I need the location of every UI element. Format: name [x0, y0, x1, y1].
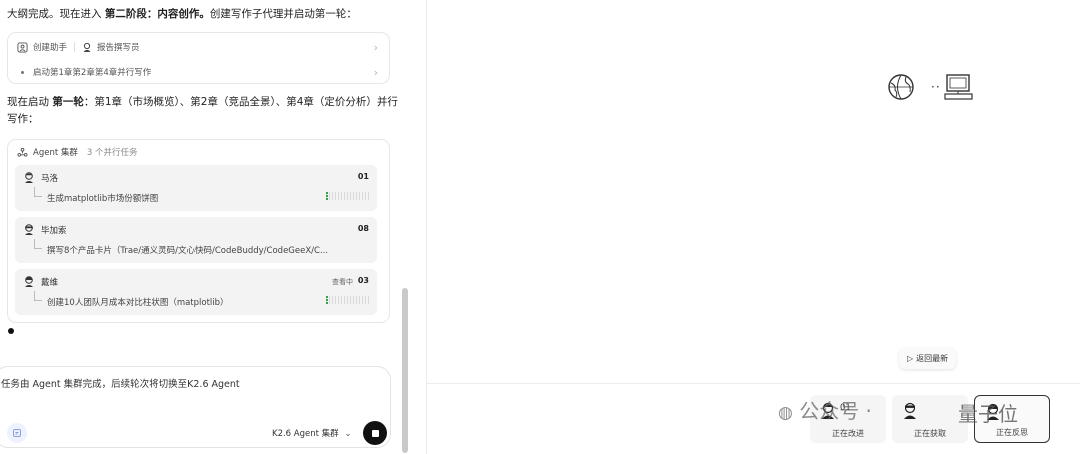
round-suffix: ：第1章（市场概览）、第2章（竞品全景）、第4章（定价分析）并行	[83, 96, 398, 108]
agent-number: 01	[357, 172, 369, 181]
intro-suffix: 创建写作子代理并启动第一轮：	[209, 8, 357, 20]
launch-chapters-label: 启动第1章第2章第4章并行写作	[33, 68, 152, 78]
cluster-icon	[17, 147, 28, 157]
launch-chapters-row[interactable]: 启动第1章第2章第4章并行写作 ›	[8, 65, 389, 79]
tree-connector	[34, 187, 42, 197]
chat-scrollbar[interactable]	[402, 288, 408, 453]
chat-pane: 大纲完成。现在进入 第二阶段：内容创作。创建写作子代理并启动第一轮： 创建助手 …	[0, 0, 410, 454]
agent-name: 毕加索	[41, 226, 67, 236]
create-assistant-card: 创建助手 报告撰写员 › 启动第1章第2章第4章并行写作 ›	[7, 32, 390, 84]
create-assistant-label: 创建助手	[33, 43, 68, 53]
divider	[74, 42, 76, 52]
progress-bar	[326, 192, 371, 200]
agent-number: 03	[357, 276, 369, 285]
agent-status: 正在反思	[996, 428, 1028, 437]
agent-avatar-icon	[904, 402, 916, 419]
computer-icon	[944, 74, 973, 100]
round-strong: 第一轮	[52, 96, 84, 108]
intro-prefix: 大纲完成。现在进入	[7, 8, 105, 20]
play-icon: ▷	[907, 354, 914, 363]
watermark-brand: 量子位	[958, 402, 1018, 426]
round-prefix: 现在启动	[7, 96, 53, 108]
app-root: 大纲完成。现在进入 第二阶段：内容创作。创建写作子代理并启动第一轮： 创建助手 …	[0, 0, 1080, 454]
attach-button[interactable]	[7, 423, 27, 443]
message-composer[interactable]: 任务由 Agent 集群完成，后续轮次将切换至K2.6 Agent K2.6 A…	[0, 366, 391, 448]
back-to-latest-button[interactable]: ▷ 返回最新	[899, 348, 957, 369]
robot-icon	[17, 41, 28, 53]
cluster-task-count: 3 个并行任务	[86, 148, 138, 158]
agent-status: 正在获取	[914, 429, 946, 438]
tree-connector	[34, 291, 42, 301]
agent-number: 08	[357, 224, 369, 233]
typing-indicator	[8, 328, 14, 334]
bullet-icon	[21, 70, 24, 74]
agent-name: 马洛	[41, 174, 59, 184]
watermark-text: 公众号 ·	[799, 399, 872, 423]
agent-avatar-icon	[25, 224, 33, 235]
composer-text[interactable]: 任务由 Agent 集群完成，后续轮次将切换至K2.6 Agent	[1, 376, 240, 390]
model-selector-label: K2.6 Agent 集群	[272, 429, 339, 439]
intro-message: 大纲完成。现在进入 第二阶段：内容创作。创建写作子代理并启动第一轮：	[7, 6, 357, 23]
cluster-header: Agent 集群 3 个并行任务	[17, 146, 138, 158]
agent-card-3[interactable]: 戴维 查看中 03 创建10人团队月成本对比柱状图（matplotlib）	[15, 269, 377, 315]
stop-button[interactable]	[363, 421, 387, 445]
watermark: ◍ 公众号 ·	[778, 395, 872, 424]
agent-cluster-card: Agent 集群 3 个并行任务 马洛 01 生成matplotlib市场份额饼…	[7, 139, 390, 323]
agent-task: 创建10人团队月成本对比柱状图（matplotlib）	[47, 298, 229, 308]
canvas-divider	[426, 383, 1080, 384]
chevron-right-icon: ›	[373, 65, 378, 79]
agent-canvas: ··	[426, 0, 1080, 454]
agent-status: 查看中	[332, 278, 353, 286]
canvas-agent-2[interactable]: 正在获取	[892, 395, 968, 443]
agent-card-1[interactable]: 马洛 01 生成matplotlib市场份额饼图	[15, 165, 377, 211]
agent-avatar-icon	[25, 172, 33, 183]
progress-bar	[326, 296, 371, 304]
round-message-line2: 写作：	[7, 113, 39, 125]
chevron-down-icon: ⌄	[344, 429, 352, 439]
agent-name: 戴维	[41, 278, 59, 288]
tree-connector	[34, 239, 42, 249]
chevron-right-icon: ›	[373, 40, 378, 54]
agent-task: 生成matplotlib市场份额饼图	[47, 194, 159, 204]
connector-dots: ··	[931, 80, 941, 94]
agent-status: 正在改进	[832, 429, 864, 438]
agent-avatar-icon	[25, 276, 33, 287]
globe-icon	[888, 74, 914, 100]
stop-icon	[371, 429, 379, 437]
wechat-icon: ◍	[778, 403, 793, 423]
round-message: 现在启动 第一轮：第1章（市场概览）、第2章（竞品全景）、第4章（定价分析）并行	[7, 94, 398, 111]
model-selector[interactable]: K2.6 Agent 集群 ⌄	[272, 427, 351, 439]
intro-stage: 第二阶段：内容创作。	[104, 8, 210, 20]
agent-task: 撰写8个产品卡片（Trae/通义灵码/文心快码/CodeBuddy/CodeGe…	[47, 246, 329, 256]
agent-card-2[interactable]: 毕加索 08 撰写8个产品卡片（Trae/通义灵码/文心快码/CodeBuddy…	[15, 217, 377, 263]
writer-agent-name: 报告撰写员	[97, 43, 140, 53]
back-to-latest-label: 返回最新	[916, 354, 949, 363]
attach-icon	[13, 429, 21, 437]
cluster-title: Agent 集群	[33, 148, 78, 158]
create-assistant-row[interactable]: 创建助手 报告撰写员 ›	[8, 40, 389, 54]
writer-avatar-icon	[83, 42, 91, 52]
